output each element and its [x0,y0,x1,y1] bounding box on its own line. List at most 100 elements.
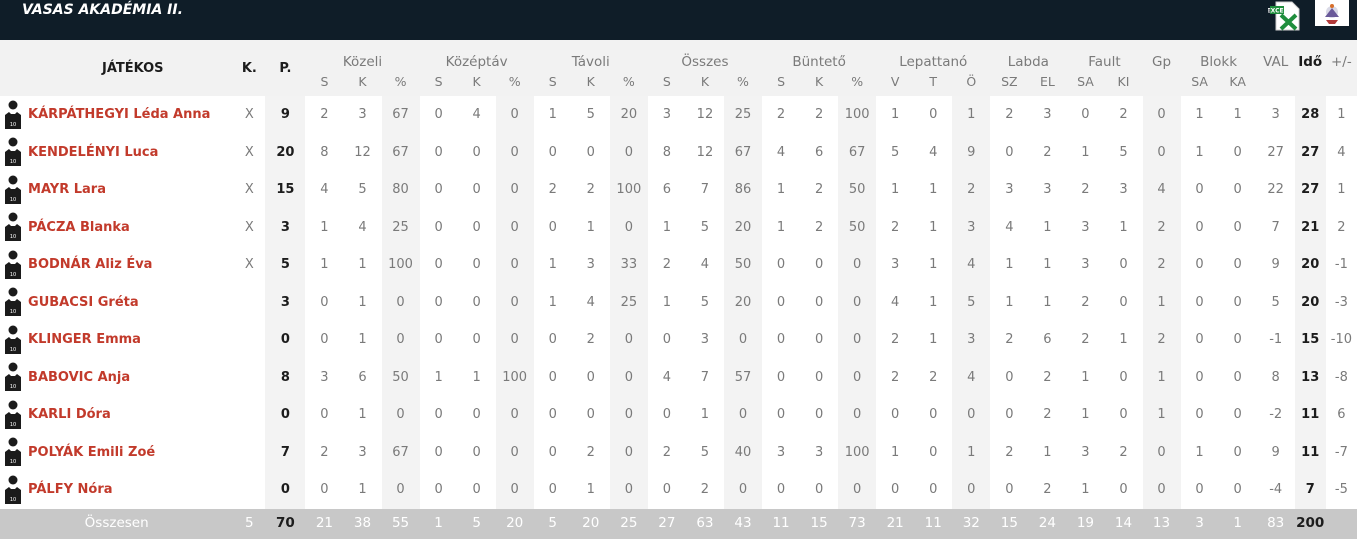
subheader-close-pct[interactable]: % [382,72,420,96]
subheader-ft-pct[interactable]: % [838,72,876,96]
player-starter-mark [233,434,265,472]
player-name-link[interactable]: KLINGER Emma [28,321,233,359]
player-stat-cell: 1 [776,219,786,235]
player-stat-cell: 3 [1081,444,1090,460]
player-stat-cell: 3 [586,257,595,273]
totals-stat: 5 [472,514,481,531]
totals-stat: 11 [924,514,942,531]
player-stat-cell: 1 [952,96,991,134]
player-time: 20 [1294,246,1326,284]
player-name-link[interactable]: KARLI Dóra [28,396,233,434]
column-header-time[interactable]: Idő [1295,40,1326,72]
player-stat-cell: 0 [1233,294,1242,310]
player-name-link[interactable]: PÁCZA Blanka [28,209,233,247]
totals-stat: 25 [620,514,638,531]
subheader-total-k[interactable]: K [686,72,724,96]
subheader-mid-k[interactable]: K [458,72,496,96]
totals-stat: 3 [1195,514,1204,531]
subheader-total-pct[interactable]: % [724,72,762,96]
player-row: 10 MAYR Lara X 15 4 5 80 0 0 0 2 2 100 6 7 86 1 2 50 1 1 2 3 3 2… [0,171,1357,209]
subheader-close-k[interactable]: K [343,72,381,96]
player-name-link[interactable]: GUBACSI Gréta [28,284,233,322]
subheader-long-k[interactable]: K [572,72,610,96]
player-name-link[interactable]: BODNÁR Aliz Éva [28,246,233,284]
column-header-val[interactable]: VAL [1257,40,1295,72]
totals-stat: 20 [506,514,524,531]
player-name-link[interactable]: BABOVIC Anja [28,359,233,397]
subheader-close-s[interactable]: S [305,72,343,96]
player-stat-cell: 1 [1043,294,1052,310]
excel-export-icon[interactable]: EXCEL [1267,0,1302,32]
player-stat-cell: 4 [586,294,595,310]
svg-text:10: 10 [10,159,16,165]
subheader-foul-ki[interactable]: KI [1104,72,1142,96]
subheader-total-s[interactable]: S [648,72,686,96]
subheader-ball-el[interactable]: EL [1028,72,1066,96]
player-stat-cell: 0 [548,407,557,423]
player-stat-cell: 0 [723,471,763,509]
player-stat-cell: 2 [1142,208,1181,246]
column-header-plus-minus[interactable]: +/- [1326,40,1357,72]
totals-starter: 5 [245,514,254,531]
column-header-player[interactable]: JÁTÉKOS [0,40,233,96]
player-val: 8 [1271,369,1280,385]
subheader-ft-s[interactable]: S [762,72,800,96]
player-stat-cell: 1 [1005,257,1014,273]
subheader-long-pct[interactable]: % [610,72,648,96]
player-name-link[interactable]: KENDELÉNYI Luca [28,134,233,172]
player-stat-cell: 2 [586,444,595,460]
column-header-points[interactable]: P. [265,40,305,96]
player-stat-cell: 0 [320,407,329,423]
player-stat-cell: 0 [472,182,481,198]
subheader-foul-sa[interactable]: SA [1066,72,1104,96]
subheader-mid-s[interactable]: S [420,72,458,96]
player-starter-mark [233,284,265,322]
subheader-reb-t[interactable]: T [914,72,952,96]
subheader-ball-sz[interactable]: SZ [990,72,1028,96]
player-stat-cell: 7 [700,369,710,385]
totals-stat: 15 [810,514,828,531]
player-stat-cell: 4 [700,257,710,273]
subheader-block-sa[interactable]: SA [1181,72,1219,96]
player-stat-cell: 0 [1119,407,1128,423]
player-name-link[interactable]: POLYÁK Emili Zoé [28,434,233,472]
player-val: 3 [1271,107,1280,123]
column-header-rebounds: Lepattanó [899,54,968,70]
subheader-mid-pct[interactable]: % [496,72,534,96]
player-name-link[interactable]: MAYR Lara [28,171,233,209]
subheader-reb-o[interactable]: Ö [952,72,990,96]
player-stat-cell: 3 [891,257,900,273]
player-stat-cell: 20 [609,96,648,134]
column-header-mid-range: Középtáv [445,54,508,70]
subheader-ft-k[interactable]: K [800,72,838,96]
totals-points: 70 [275,514,295,531]
player-stat-cell: 2 [700,482,710,498]
column-header-starter[interactable]: K. [233,40,265,96]
player-stat-cell: 0 [609,433,648,471]
player-stat-cell: 0 [609,396,648,434]
player-stat-cell: 0 [929,482,938,498]
totals-val: 83 [1267,514,1285,531]
subheader-reb-v[interactable]: V [876,72,914,96]
player-name-link[interactable]: PÁLFY Nóra [28,471,233,509]
player-points: 8 [265,358,306,396]
player-stat-cell: 0 [609,471,648,509]
player-stat-cell: 0 [891,482,900,498]
player-stat-cell: 3 [1043,182,1052,198]
player-plus-minus: 2 [1337,219,1346,235]
player-stat-cell: 1 [1142,358,1181,396]
column-header-assists[interactable]: Gp [1143,40,1181,72]
player-stat-cell: 0 [586,369,595,385]
subheader-long-s[interactable]: S [534,72,572,96]
player-stat-cell: 12 [354,144,371,160]
player-time: 11 [1294,433,1326,471]
player-name-link[interactable]: KÁRPÁTHEGYI Léda Anna [28,96,233,134]
player-points: 9 [265,96,306,134]
player-stat-cell: 4 [776,144,786,160]
subheader-block-ka[interactable]: KA [1219,72,1257,96]
player-plus-minus: 6 [1337,407,1346,423]
player-stat-cell: 0 [1119,257,1128,273]
totals-stat: 5 [548,514,558,531]
player-val: 9 [1271,257,1280,273]
player-stat-cell: 0 [1142,96,1181,134]
